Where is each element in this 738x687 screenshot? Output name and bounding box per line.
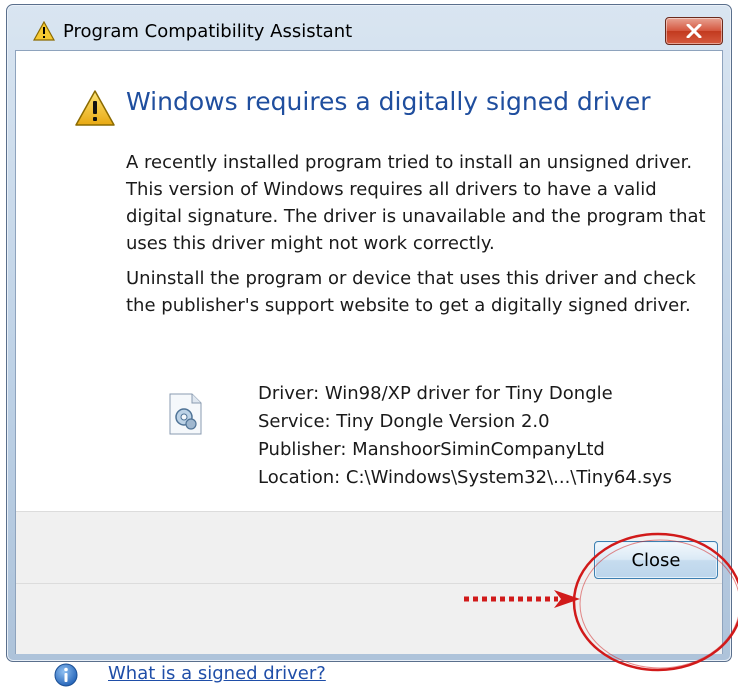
- driver-details: Driver: Win98/XP driver for Tiny Dongle …: [258, 380, 672, 492]
- annotation-arrow: [464, 590, 580, 608]
- signed-driver-help-link[interactable]: What is a signed driver?: [108, 663, 326, 684]
- window-title: Program Compatibility Assistant: [63, 21, 353, 42]
- annotation-circle: [572, 532, 738, 672]
- window-close-button[interactable]: [665, 17, 723, 45]
- driver-service: Service: Tiny Dongle Version 2.0: [258, 411, 550, 432]
- dialog-body: Windows requires a digitally signed driv…: [15, 50, 738, 687]
- close-icon: [686, 24, 702, 38]
- driver-name: Driver: Win98/XP driver for Tiny Dongle: [258, 383, 613, 404]
- title-bar: Program Compatibility Assistant: [7, 5, 731, 49]
- driver-publisher: Publisher: ManshoorSiminCompanyLtd: [258, 439, 605, 460]
- driver-location: Location: C:\Windows\System32\...\Tiny64…: [258, 467, 672, 488]
- instruction-paragraph: Uninstall the program or device that use…: [126, 268, 696, 316]
- dialog-headline: Windows requires a digitally signed driv…: [126, 87, 651, 116]
- warning-icon: [33, 21, 55, 41]
- description-paragraph: A recently installed program tried to in…: [126, 152, 706, 254]
- driver-file-icon: [169, 393, 202, 435]
- warning-icon: [75, 90, 115, 126]
- dialog-window: Program Compatibility Assistant Windows …: [6, 4, 738, 687]
- info-icon: [54, 663, 78, 687]
